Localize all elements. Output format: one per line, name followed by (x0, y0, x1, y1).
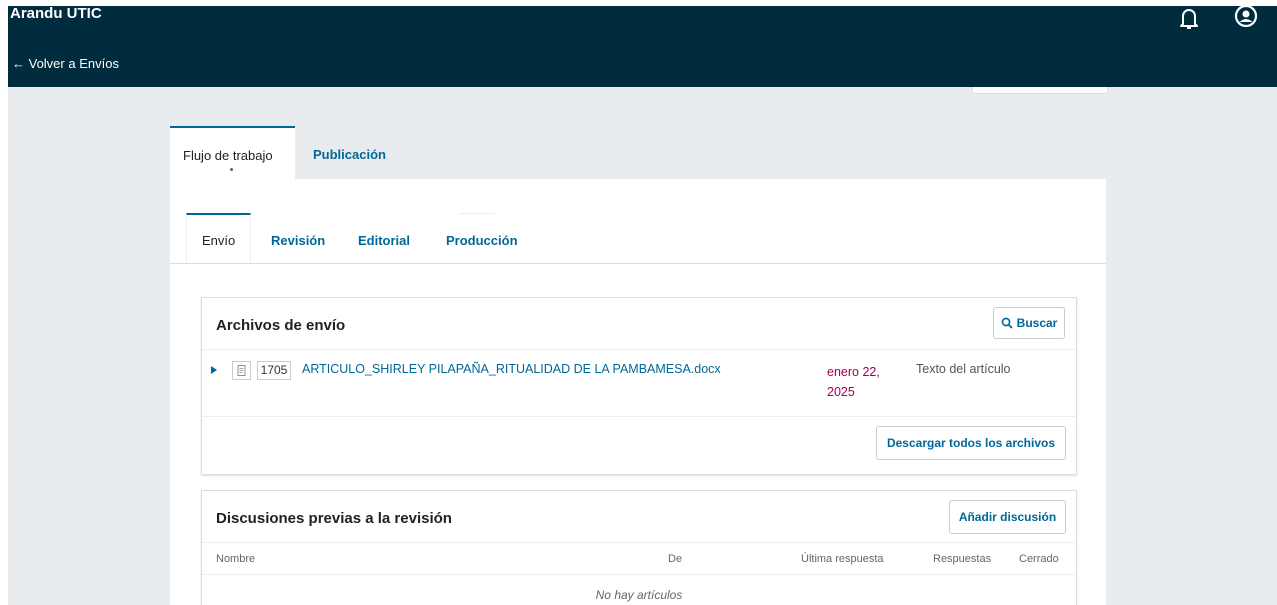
tab-workflow[interactable]: Flujo de trabajo (170, 126, 295, 180)
file-id: 1705 (257, 361, 291, 380)
app-title[interactable]: Arandu UTIC (10, 6, 102, 22)
submission-files-card: Archivos de envío Buscar 1705 ARTICULO_S… (201, 297, 1077, 475)
search-button-label: Buscar (1016, 316, 1058, 330)
tab-editorial-label: Editorial (358, 233, 411, 248)
tab-production[interactable]: Producción (446, 213, 546, 263)
discussions-title: Discusiones previas a la revisión (216, 510, 452, 527)
active-dot (230, 168, 233, 171)
submission-files-header: Archivos de envío Buscar (202, 298, 1076, 350)
col-replies[interactable]: Respuestas (933, 553, 991, 565)
discussions-header: Discusiones previas a la revisión Añadir… (202, 491, 1076, 543)
discussions-table-header: Nombre De Última respuesta Respuestas Ce… (202, 543, 1076, 575)
user-icon[interactable] (1233, 6, 1259, 28)
file-date-line2: 2025 (827, 385, 855, 399)
dropdown-edge (972, 87, 1108, 94)
back-to-submissions-link[interactable]: ← Volver a Envíos (12, 56, 119, 71)
expand-triangle-icon[interactable] (211, 366, 217, 374)
file-type-label: Texto del artículo (916, 362, 1011, 376)
file-type-box (232, 361, 251, 380)
download-all-button[interactable]: Descargar todos los archivos (876, 426, 1066, 460)
tab-publication-label: Publicación (313, 147, 386, 162)
app-frame: Arandu UTIC ← Volver a Envíos Flujo de t… (8, 6, 1277, 605)
stage-tabs: Envío Revisión Editorial Producción (170, 179, 1106, 264)
tab-review-label: Revisión (271, 233, 326, 248)
top-header: Arandu UTIC ← Volver a Envíos (8, 6, 1277, 87)
tab-editorial[interactable]: Editorial (358, 213, 428, 263)
file-row: 1705 ARTICULO_SHIRLEY PILAPAÑA_RITUALIDA… (202, 350, 1076, 417)
tab-review[interactable]: Revisión (271, 213, 341, 263)
file-date: enero 22, 2025 (827, 362, 887, 402)
col-closed[interactable]: Cerrado (1019, 553, 1059, 565)
empty-message: No hay artículos (595, 588, 683, 602)
tab-submission[interactable]: Envío (186, 213, 251, 263)
bell-icon[interactable] (1176, 6, 1202, 32)
search-button[interactable]: Buscar (993, 307, 1065, 339)
tab-submission-label: Envío (202, 233, 236, 248)
col-from[interactable]: De (668, 553, 682, 565)
tab-workflow-label: Flujo de trabajo (183, 148, 273, 163)
tab-publication[interactable]: Publicación (313, 126, 423, 180)
col-last-reply[interactable]: Última respuesta (801, 553, 884, 565)
col-name[interactable]: Nombre (216, 553, 255, 565)
add-discussion-button[interactable]: Añadir discusión (949, 500, 1066, 534)
file-date-line1: enero 22, (827, 365, 880, 379)
workflow-panel: Envío Revisión Editorial Producción Arch… (170, 179, 1106, 605)
file-name-link[interactable]: ARTICULO_SHIRLEY PILAPAÑA_RITUALIDAD DE … (302, 362, 721, 376)
document-icon (237, 365, 246, 376)
discussions-card: Discusiones previas a la revisión Añadir… (201, 490, 1077, 605)
search-icon (1001, 317, 1013, 329)
tab-production-label: Producción (446, 233, 518, 248)
submission-files-title: Archivos de envío (216, 317, 346, 334)
